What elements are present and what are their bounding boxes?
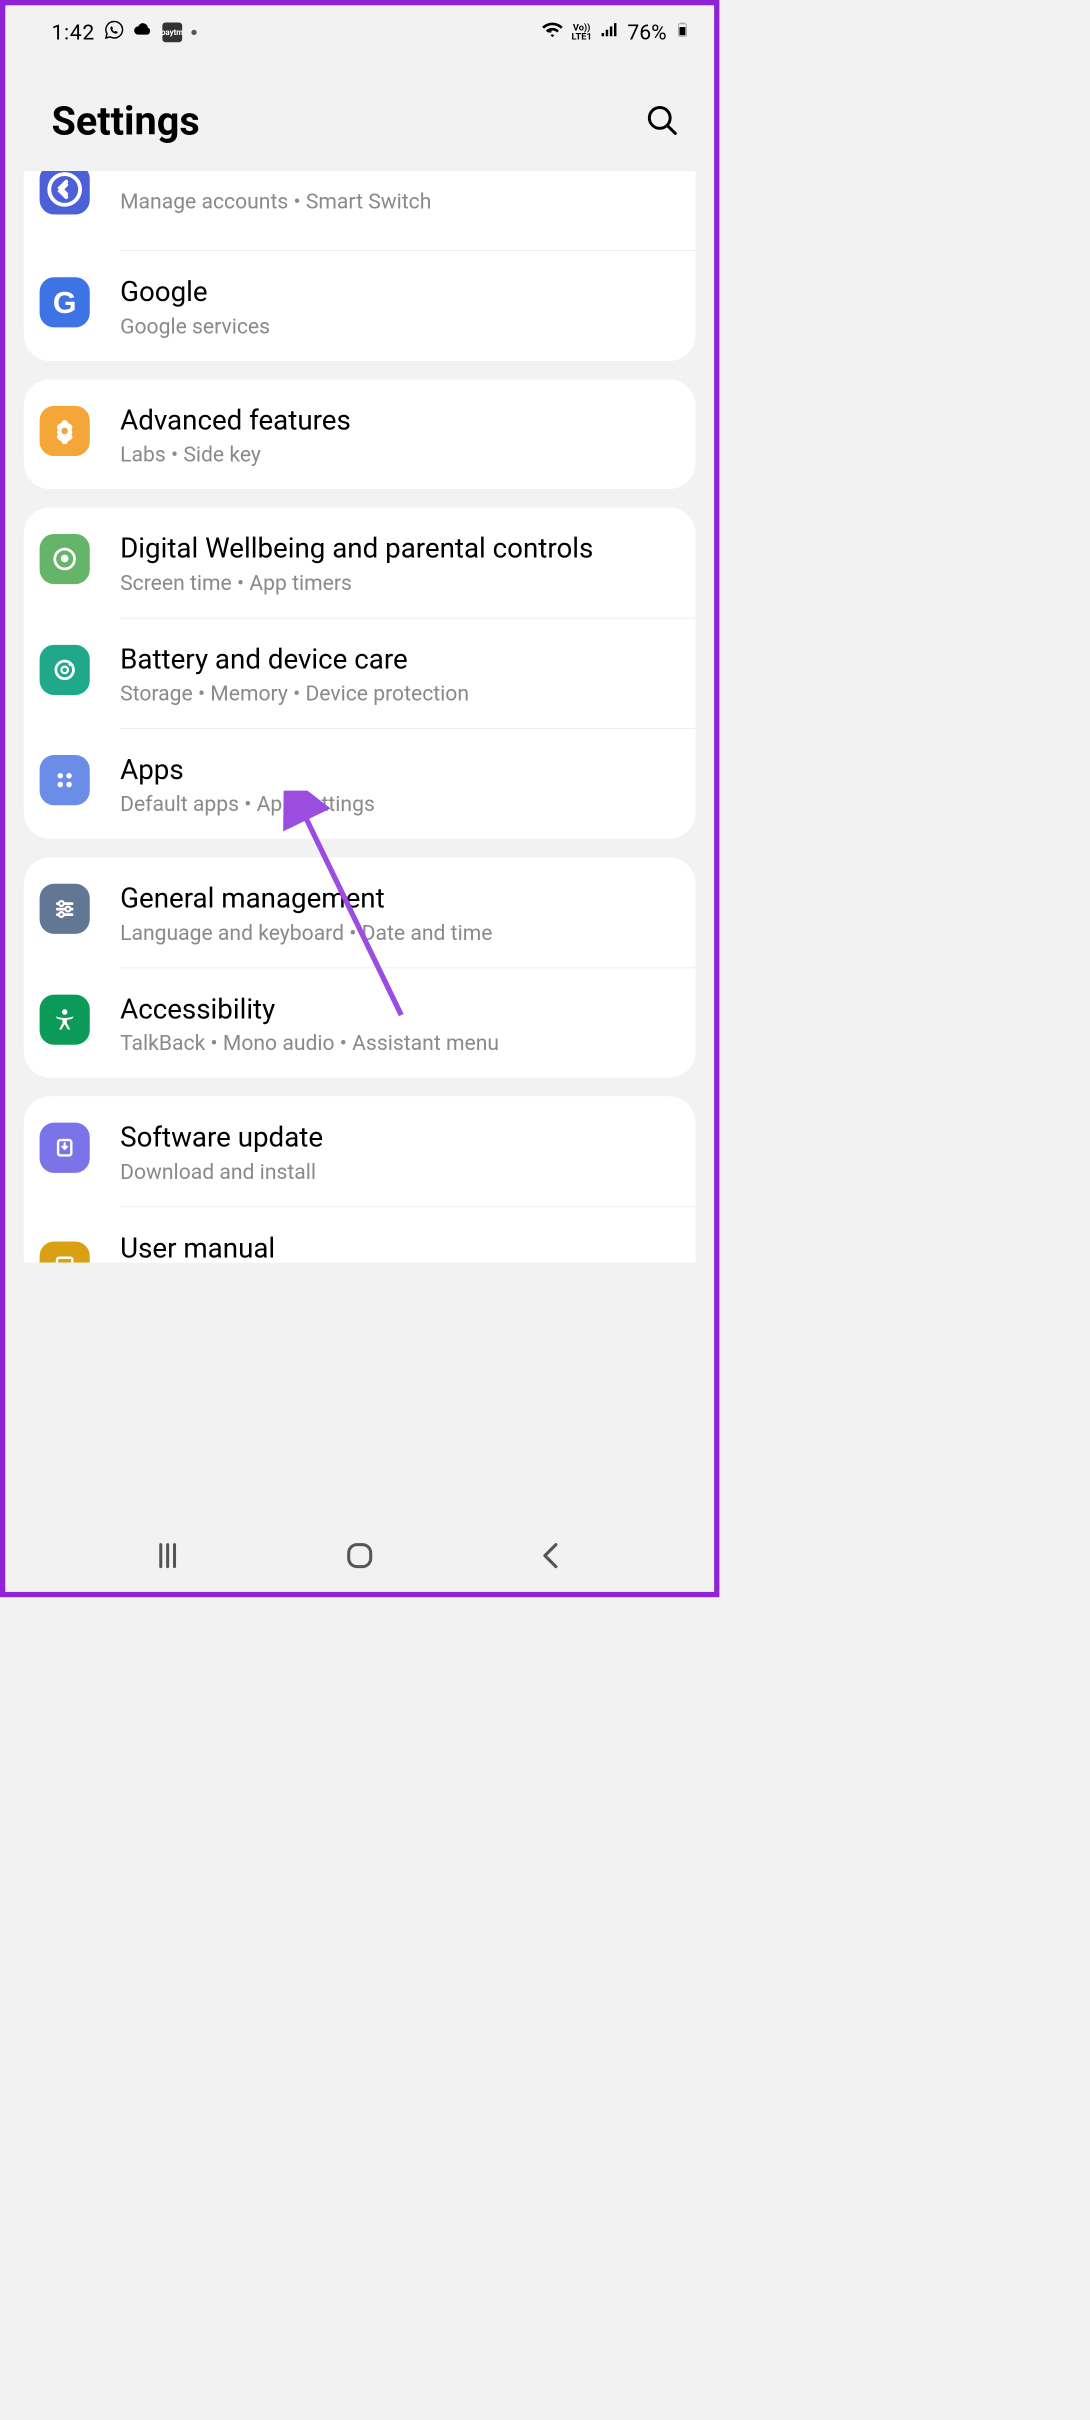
settings-item-general-management[interactable]: General management Language and keyboard… <box>24 857 696 967</box>
user-manual-icon: ? <box>40 1241 90 1262</box>
status-time: 1:42 <box>51 20 94 45</box>
navigation-bar <box>5 1519 714 1592</box>
settings-header: Settings <box>5 51 714 170</box>
settings-item-digital-wellbeing[interactable]: Digital Wellbeing and parental controls … <box>24 508 696 618</box>
item-subtitle: TalkBack • Mono audio • Assistant menu <box>120 1030 672 1055</box>
nav-home-button[interactable] <box>340 1536 380 1576</box>
settings-item-google[interactable]: G Google Google services <box>24 251 696 361</box>
settings-section-advanced: Advanced features Labs • Side key <box>24 379 696 489</box>
advanced-features-icon <box>40 406 90 456</box>
settings-item-battery-device-care[interactable]: Battery and device care Storage • Memory… <box>24 618 696 728</box>
item-title: General management <box>120 881 672 917</box>
apps-icon <box>40 755 90 805</box>
battery-icon <box>675 18 691 46</box>
digital-wellbeing-icon <box>40 534 90 584</box>
item-title: Battery and device care <box>120 642 672 678</box>
accessibility-icon <box>40 994 90 1044</box>
item-title: Google <box>120 275 672 311</box>
device-care-icon <box>40 645 90 695</box>
general-management-icon <box>40 884 90 934</box>
item-subtitle: Manage accounts • Smart Switch <box>120 189 672 214</box>
item-subtitle: Storage • Memory • Device protection <box>120 681 672 706</box>
more-notifications-dot <box>191 30 196 35</box>
nav-recents-button[interactable] <box>148 1536 188 1576</box>
search-button[interactable] <box>644 102 680 140</box>
item-subtitle: Default apps • App settings <box>120 791 672 816</box>
settings-section-general: General management Language and keyboard… <box>24 857 696 1078</box>
battery-percent: 76% <box>627 20 666 45</box>
item-subtitle: Screen time • App timers <box>120 570 672 595</box>
item-title: Accessibility <box>120 992 672 1028</box>
settings-section-device: Digital Wellbeing and parental controls … <box>24 508 696 839</box>
settings-item-user-manual[interactable]: ? User manual <box>24 1207 696 1262</box>
item-title: Digital Wellbeing and parental controls <box>120 531 672 567</box>
settings-section-about: Software update Download and install ? U… <box>24 1096 696 1262</box>
status-bar: 1:42 paytm Vo))LTE1 76% <box>5 5 714 51</box>
item-subtitle: Labs • Side key <box>120 442 672 467</box>
settings-item-advanced-features[interactable]: Advanced features Labs • Side key <box>24 379 696 489</box>
page-title: Settings <box>51 98 199 145</box>
item-subtitle: Language and keyboard • Date and time <box>120 920 672 945</box>
item-title: Advanced features <box>120 403 672 439</box>
settings-section-accounts: Manage accounts • Smart Switch G Google … <box>24 171 696 361</box>
item-title: Software update <box>120 1120 672 1156</box>
settings-item-accounts[interactable]: Manage accounts • Smart Switch <box>24 171 696 250</box>
nav-back-button[interactable] <box>532 1536 572 1576</box>
wifi-icon <box>541 18 563 46</box>
item-subtitle: Download and install <box>120 1159 672 1184</box>
paytm-icon: paytm <box>162 22 182 42</box>
cloud-icon <box>133 20 153 45</box>
item-title: User manual <box>120 1231 672 1263</box>
signal-icon <box>600 20 620 45</box>
google-icon: G <box>40 277 90 327</box>
svg-text:?: ? <box>62 1260 68 1263</box>
item-title: Apps <box>120 753 672 789</box>
volte-icon: Vo))LTE1 <box>572 23 592 41</box>
settings-item-apps[interactable]: Apps Default apps • App settings <box>24 729 696 839</box>
whatsapp-icon <box>104 20 124 45</box>
item-subtitle: Google services <box>120 313 672 338</box>
settings-item-software-update[interactable]: Software update Download and install <box>24 1096 696 1206</box>
accounts-icon <box>40 171 90 215</box>
software-update-icon <box>40 1123 90 1173</box>
settings-item-accessibility[interactable]: Accessibility TalkBack • Mono audio • As… <box>24 968 696 1078</box>
